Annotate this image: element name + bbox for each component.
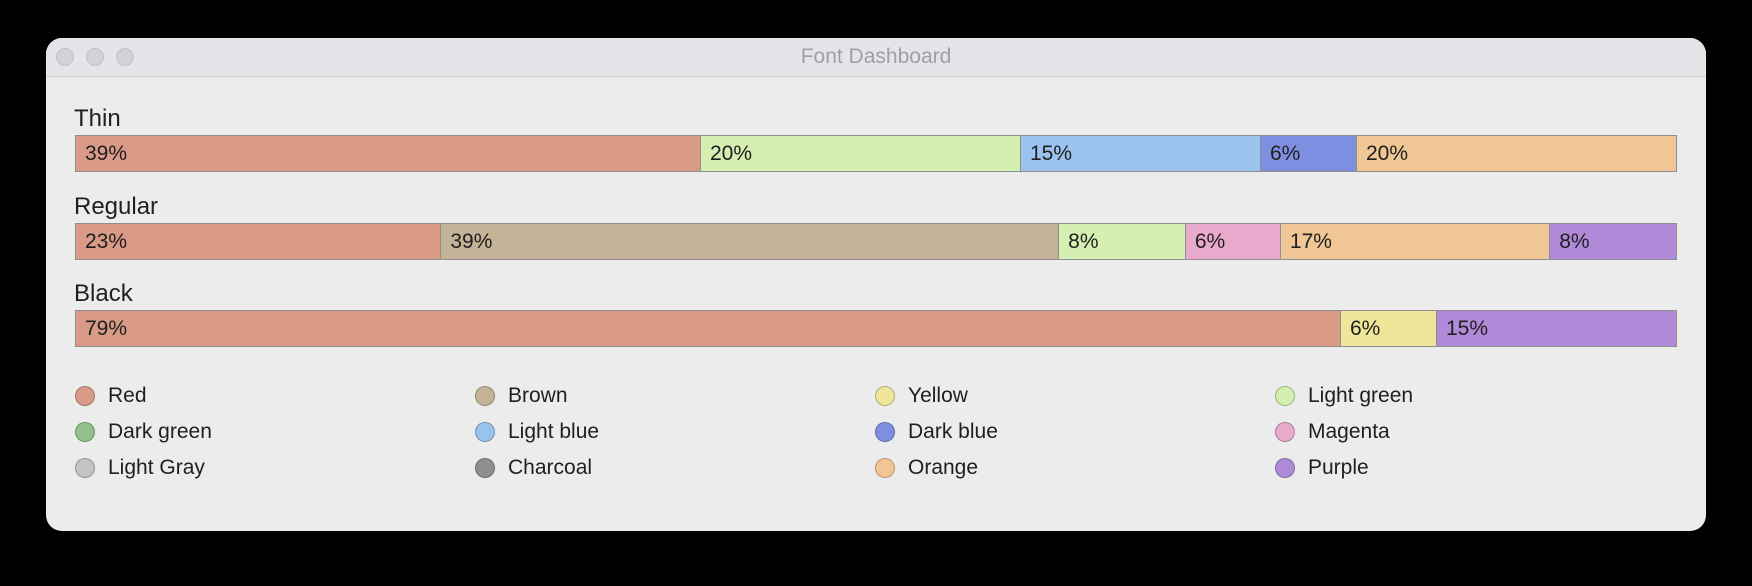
bar-segment-regular-purple: 8% — [1549, 224, 1676, 259]
bar-segment-thin-light-blue: 15% — [1020, 136, 1260, 171]
legend-label: Brown — [508, 384, 568, 407]
segment-data-label: 15% — [1446, 317, 1489, 340]
bar-segment-regular-light-green: 8% — [1058, 224, 1185, 259]
window-title: Font Dashboard — [800, 45, 952, 68]
segment-data-label: 6% — [1270, 142, 1301, 165]
legend-item-magenta: Magenta — [1275, 417, 1390, 447]
bar-segment-black-yellow: 6% — [1340, 311, 1436, 346]
bar-segment-regular-orange: 17% — [1279, 224, 1550, 259]
bar-segment-regular-brown: 39% — [440, 224, 1059, 259]
bar-segment-thin-red: 39% — [76, 136, 700, 171]
legend-swatch — [75, 422, 95, 442]
legend-item-red: Red — [75, 381, 147, 411]
legend-label: Purple — [1308, 456, 1369, 479]
legend-swatch — [75, 386, 95, 406]
segment-data-label: 15% — [1030, 142, 1073, 165]
legend-swatch — [875, 422, 895, 442]
legend-item-charcoal: Charcoal — [475, 453, 592, 483]
legend-swatch — [475, 422, 495, 442]
segment-data-label: 23% — [85, 230, 128, 253]
segment-data-label: 39% — [450, 230, 493, 253]
legend-label: Dark blue — [908, 420, 998, 443]
legend-item-light-blue: Light blue — [475, 417, 599, 447]
segment-data-label: 39% — [85, 142, 128, 165]
bar-segment-thin-orange: 20% — [1356, 136, 1676, 171]
segment-data-label: 20% — [1366, 142, 1409, 165]
legend-label: Yellow — [908, 384, 968, 407]
segment-data-label: 8% — [1068, 230, 1099, 253]
legend-label: Light blue — [508, 420, 600, 443]
legend-label: Light Gray — [108, 456, 205, 479]
legend-swatch — [875, 458, 895, 478]
bar-segment-black-purple: 15% — [1436, 311, 1676, 346]
segment-data-label: 79% — [85, 317, 128, 340]
legend-label: Magenta — [1308, 420, 1390, 443]
group-label-black: Black — [74, 280, 133, 307]
legend-item-dark-green: Dark green — [75, 417, 212, 447]
legend-swatch — [875, 386, 895, 406]
segment-data-label: 17% — [1289, 230, 1332, 253]
bar-thin: 39% 20% 15% 6% 20% — [75, 135, 1677, 172]
group-label-thin: Thin — [74, 105, 121, 132]
legend-label: Charcoal — [508, 456, 593, 479]
legend-swatch — [1275, 458, 1295, 478]
legend-label: Dark green — [108, 420, 212, 443]
app-window: Font Dashboard Thin 39% 20% 15% 6% 20% Regular… — [46, 38, 1706, 531]
segment-data-label: 6% — [1194, 230, 1226, 253]
legend-item-purple: Purple — [1275, 453, 1369, 483]
legend-item-dark-blue: Dark blue — [875, 417, 998, 447]
bar-regular: 23% 39% 8% 6% 17% 8% — [75, 223, 1677, 260]
bar-black: 79% 6% 15% — [75, 310, 1677, 347]
legend-swatch — [475, 458, 495, 478]
legend-swatch — [1275, 422, 1295, 442]
bar-segment-thin-light-green: 20% — [700, 136, 1020, 171]
legend-item-brown: Brown — [475, 381, 568, 411]
legend-swatch — [475, 386, 495, 406]
bar-segment-regular-magenta: 6% — [1184, 224, 1280, 259]
legend-swatch — [1275, 386, 1295, 406]
title-bar: Font Dashboard — [46, 38, 1706, 77]
legend-item-light-green: Light green — [1275, 381, 1413, 411]
bar-segment-regular-red: 23% — [76, 224, 441, 259]
legend-label: Orange — [908, 456, 979, 479]
segment-data-label: 6% — [1350, 317, 1381, 340]
legend-item-light-gray: Light Gray — [75, 453, 205, 483]
legend-label: Light green — [1308, 384, 1414, 407]
legend-label: Red — [108, 384, 147, 407]
legend-item-orange: Orange — [875, 453, 978, 483]
bar-segment-black-red: 79% — [76, 311, 1340, 346]
group-label-regular: Regular — [74, 193, 159, 220]
segment-data-label: 20% — [710, 142, 753, 165]
legend-item-yellow: Yellow — [875, 381, 968, 411]
bar-segment-thin-dark-blue: 6% — [1260, 136, 1356, 171]
segment-data-label: 8% — [1559, 230, 1590, 253]
legend-swatch — [75, 458, 95, 478]
